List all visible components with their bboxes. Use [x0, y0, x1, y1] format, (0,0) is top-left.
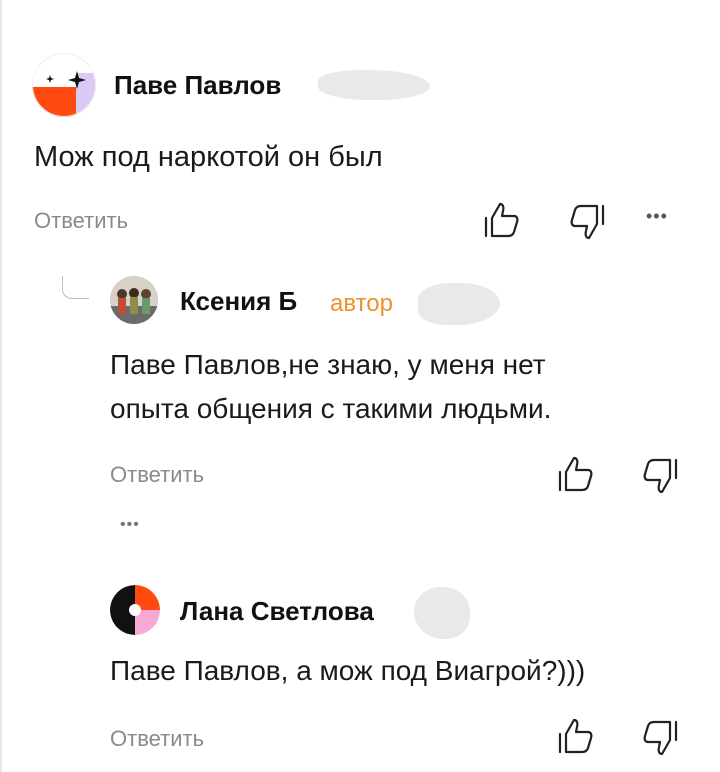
avatar-kseniya-b[interactable]: [110, 276, 158, 324]
author-badge: автор: [330, 290, 393, 317]
reply-button[interactable]: Ответить: [110, 462, 204, 488]
thumbs-up-icon[interactable]: [556, 454, 596, 494]
avatar-pave-pavlov[interactable]: [32, 53, 96, 117]
thread-connector: [62, 276, 89, 299]
author-name[interactable]: Ксения Б: [180, 286, 297, 317]
avatar-lana-svetlova[interactable]: [110, 585, 160, 635]
author-name[interactable]: Лана Светлова: [180, 596, 374, 627]
thumbs-down-icon[interactable]: [640, 456, 680, 496]
thumbs-up-icon[interactable]: [482, 200, 522, 240]
comment-text: Паве Павлов, а мож под Виагрой?))): [110, 655, 586, 686]
thumbs-up-icon[interactable]: [556, 716, 596, 756]
show-more-replies-icon[interactable]: •••: [120, 516, 140, 534]
reply-button[interactable]: Ответить: [110, 726, 204, 752]
redacted-mark: [414, 587, 470, 639]
more-icon[interactable]: •••: [646, 206, 668, 227]
comment-text: Мож под наркотой он был: [34, 141, 383, 173]
redacted-mark: [418, 283, 500, 325]
thumbs-down-icon[interactable]: [640, 718, 680, 758]
redacted-mark: [318, 70, 430, 100]
author-name[interactable]: Паве Павлов: [114, 70, 281, 101]
left-edge-divider: [0, 0, 2, 772]
thumbs-down-icon[interactable]: [567, 202, 607, 242]
comment-text-line-1: Паве Павлов,не знаю, у меня нет: [110, 349, 546, 380]
reply-button[interactable]: Ответить: [34, 208, 128, 234]
comment-text-line-2: опыта общения с такими людьми.: [110, 393, 552, 424]
